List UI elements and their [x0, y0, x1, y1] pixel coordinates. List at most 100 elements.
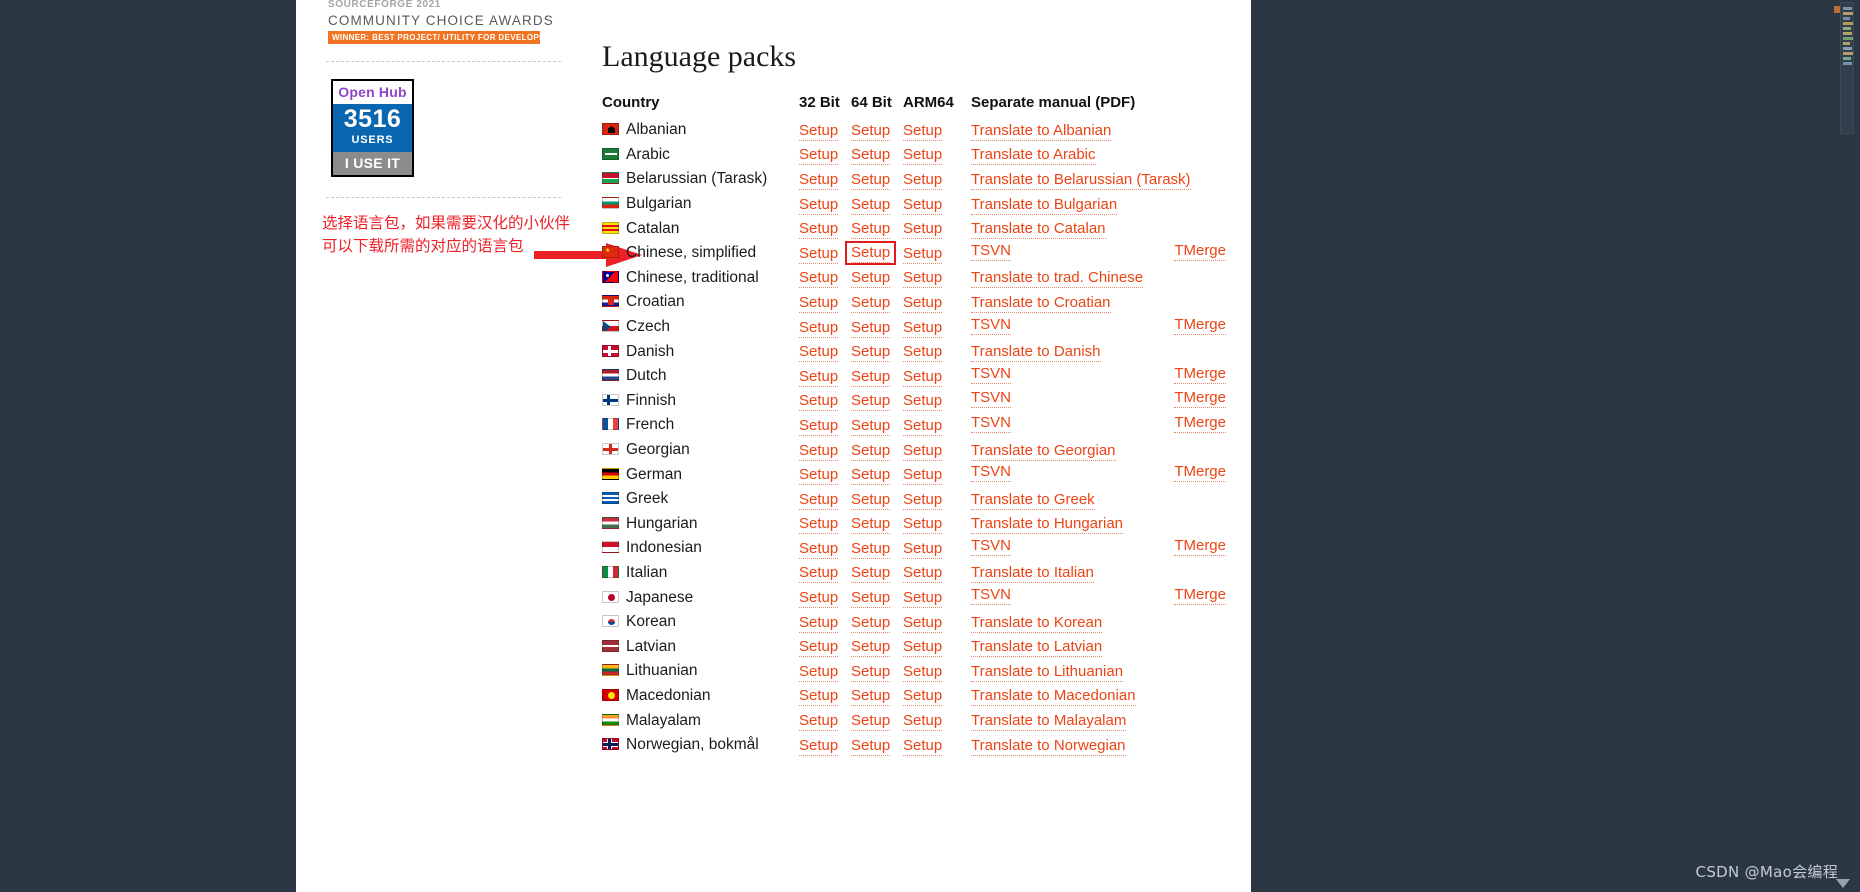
setup-link-32bit[interactable]: Setup [799, 613, 839, 633]
translate-link[interactable]: Translate to Albanian [971, 121, 1112, 141]
setup-link-32bit[interactable]: Setup [799, 343, 839, 363]
setup-link-64bit[interactable]: Setup [851, 441, 891, 461]
setup-link-arm64[interactable]: Setup [903, 687, 943, 707]
setup-link-32bit[interactable]: Setup [799, 564, 839, 584]
translate-link[interactable]: Translate to Arabic [971, 146, 1096, 166]
translate-link[interactable]: Translate to Belarussian (Tarask) [971, 170, 1191, 190]
translate-link[interactable]: Translate to Italian [971, 564, 1094, 584]
setup-link-32bit[interactable]: Setup [799, 638, 839, 658]
tsvn-link[interactable]: TSVN [971, 463, 1012, 483]
setup-link-64bit[interactable]: Setup [851, 367, 891, 387]
translate-link[interactable]: Translate to Croatian [971, 293, 1111, 313]
setup-link-arm64[interactable]: Setup [903, 318, 943, 338]
translate-link[interactable]: Translate to Georgian [971, 441, 1116, 461]
setup-link-arm64[interactable]: Setup [903, 269, 943, 289]
tmerge-link[interactable]: TMerge [1174, 316, 1226, 335]
tsvn-link[interactable]: TSVN [971, 242, 1012, 261]
translate-link[interactable]: Translate to Macedonian [971, 687, 1136, 707]
setup-link-64bit[interactable]: Setup [851, 121, 891, 141]
setup-link-32bit[interactable]: Setup [799, 146, 839, 166]
openhub-badge[interactable]: Open Hub 3516 USERS I USE IT [331, 79, 414, 177]
setup-link-64bit[interactable]: Setup [851, 736, 891, 756]
setup-link-arm64[interactable]: Setup [903, 736, 943, 756]
setup-link-32bit[interactable]: Setup [799, 416, 839, 436]
tmerge-link[interactable]: TMerge [1174, 414, 1226, 433]
setup-link-32bit[interactable]: Setup [799, 195, 839, 215]
setup-link-arm64[interactable]: Setup [903, 490, 943, 510]
setup-link-32bit[interactable]: Setup [799, 392, 839, 412]
tsvn-link[interactable]: TSVN [971, 365, 1012, 384]
setup-link-32bit[interactable]: Setup [799, 293, 839, 313]
setup-link-32bit[interactable]: Setup [799, 712, 839, 732]
setup-link-arm64[interactable]: Setup [903, 441, 943, 461]
tsvn-link[interactable]: TSVN [971, 537, 1012, 556]
setup-link-arm64[interactable]: Setup [903, 121, 943, 141]
setup-link-32bit[interactable]: Setup [799, 490, 839, 510]
setup-link-arm64[interactable]: Setup [903, 343, 943, 363]
setup-link-64bit[interactable]: Setup [851, 392, 891, 412]
setup-link-arm64[interactable]: Setup [903, 564, 943, 584]
translate-link[interactable]: Translate to Danish [971, 343, 1101, 363]
setup-link-arm64[interactable]: Setup [903, 416, 943, 436]
tmerge-link[interactable]: TMerge [1174, 463, 1226, 483]
setup-link-arm64[interactable]: Setup [903, 638, 943, 658]
setup-link-arm64[interactable]: Setup [903, 392, 943, 412]
tmerge-link[interactable]: TMerge [1174, 389, 1226, 409]
setup-link-arm64[interactable]: Setup [903, 589, 943, 609]
setup-link-64bit[interactable]: Setup [851, 244, 891, 264]
translate-link[interactable]: Translate to Hungarian [971, 515, 1124, 535]
setup-link-64bit[interactable]: Setup [851, 638, 891, 658]
translate-link[interactable]: Translate to Bulgarian [971, 195, 1118, 215]
setup-link-32bit[interactable]: Setup [799, 121, 839, 141]
setup-link-64bit[interactable]: Setup [851, 343, 891, 363]
tmerge-link[interactable]: TMerge [1174, 586, 1226, 606]
setup-link-64bit[interactable]: Setup [851, 269, 891, 289]
translate-link[interactable]: Translate to trad. Chinese [971, 269, 1144, 289]
setup-link-64bit[interactable]: Setup [851, 293, 891, 313]
setup-link-64bit[interactable]: Setup [851, 318, 891, 338]
editor-minimap[interactable] [1840, 2, 1854, 134]
setup-link-64bit[interactable]: Setup [851, 466, 891, 486]
setup-link-arm64[interactable]: Setup [903, 220, 943, 240]
setup-link-64bit[interactable]: Setup [851, 662, 891, 682]
setup-link-arm64[interactable]: Setup [903, 146, 943, 166]
setup-link-64bit[interactable]: Setup [851, 490, 891, 510]
setup-link-64bit[interactable]: Setup [851, 613, 891, 633]
translate-link[interactable]: Translate to Greek [971, 490, 1095, 510]
setup-link-arm64[interactable]: Setup [903, 466, 943, 486]
setup-link-32bit[interactable]: Setup [799, 589, 839, 609]
setup-link-32bit[interactable]: Setup [799, 269, 839, 289]
setup-link-32bit[interactable]: Setup [799, 687, 839, 707]
tsvn-link[interactable]: TSVN [971, 414, 1012, 433]
setup-link-32bit[interactable]: Setup [799, 539, 839, 559]
openhub-i-use-it-button[interactable]: I USE IT [333, 152, 412, 175]
setup-link-64bit[interactable]: Setup [851, 220, 891, 240]
setup-link-64bit[interactable]: Setup [851, 687, 891, 707]
tmerge-link[interactable]: TMerge [1174, 365, 1226, 384]
setup-link-32bit[interactable]: Setup [799, 318, 839, 338]
setup-link-32bit[interactable]: Setup [799, 441, 839, 461]
setup-link-arm64[interactable]: Setup [903, 662, 943, 682]
setup-link-32bit[interactable]: Setup [799, 466, 839, 486]
setup-link-64bit[interactable]: Setup [851, 515, 891, 535]
setup-link-arm64[interactable]: Setup [903, 539, 943, 559]
setup-link-32bit[interactable]: Setup [799, 170, 839, 190]
translate-link[interactable]: Translate to Latvian [971, 638, 1103, 658]
tsvn-link[interactable]: TSVN [971, 586, 1012, 606]
setup-link-arm64[interactable]: Setup [903, 293, 943, 313]
translate-link[interactable]: Translate to Catalan [971, 220, 1106, 240]
setup-link-32bit[interactable]: Setup [799, 367, 839, 387]
tmerge-link[interactable]: TMerge [1174, 242, 1226, 261]
setup-link-arm64[interactable]: Setup [903, 712, 943, 732]
translate-link[interactable]: Translate to Malayalam [971, 712, 1127, 732]
setup-link-32bit[interactable]: Setup [799, 220, 839, 240]
setup-link-64bit[interactable]: Setup [851, 195, 891, 215]
setup-link-64bit[interactable]: Setup [851, 539, 891, 559]
setup-link-64bit[interactable]: Setup [851, 170, 891, 190]
setup-link-32bit[interactable]: Setup [799, 515, 839, 535]
setup-link-arm64[interactable]: Setup [903, 244, 943, 264]
translate-link[interactable]: Translate to Lithuanian [971, 662, 1124, 682]
translate-link[interactable]: Translate to Korean [971, 613, 1103, 633]
translate-link[interactable]: Translate to Norwegian [971, 736, 1126, 756]
setup-link-32bit[interactable]: Setup [799, 662, 839, 682]
